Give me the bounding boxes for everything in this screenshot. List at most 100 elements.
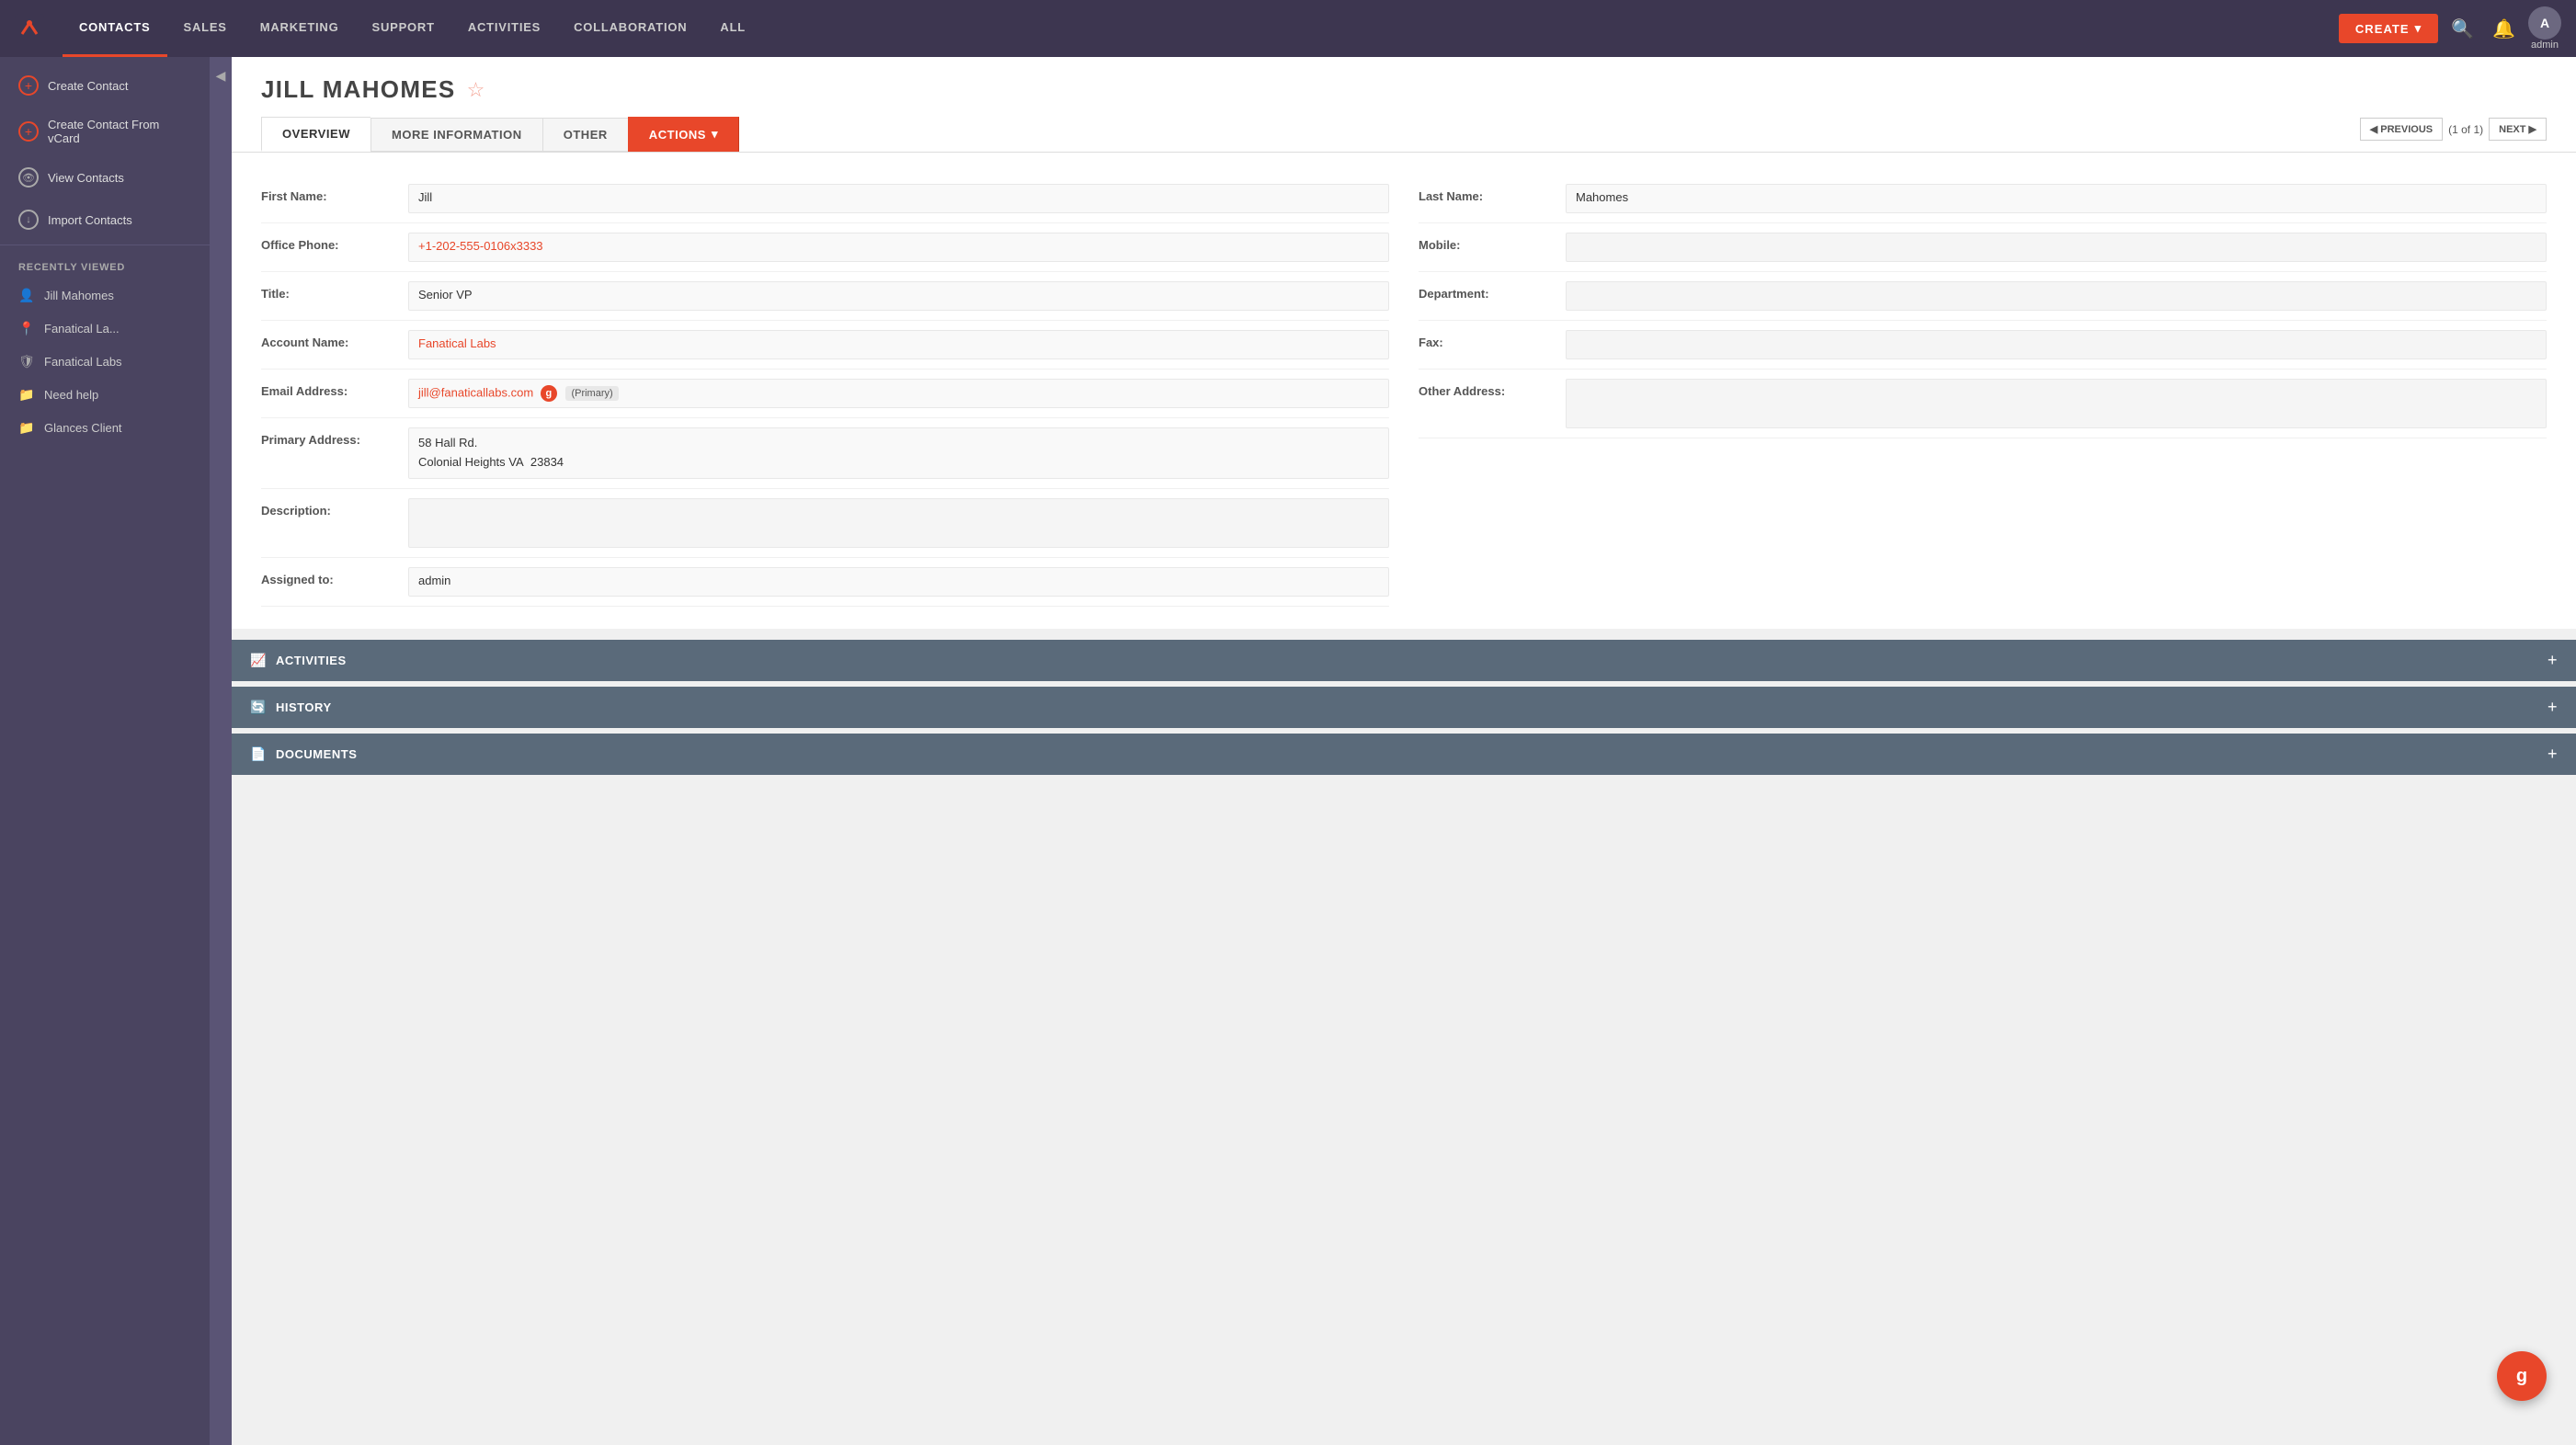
email-label: Email Address: bbox=[261, 379, 408, 398]
nav-item-all[interactable]: ALL bbox=[703, 0, 762, 57]
email-link[interactable]: jill@fanaticallabs.com bbox=[418, 385, 533, 399]
assigned-to-label: Assigned to: bbox=[261, 567, 408, 586]
field-title: Title: Senior VP bbox=[261, 272, 1389, 321]
subpanel-activities[interactable]: 📈 ACTIVITIES + bbox=[232, 640, 2576, 681]
field-assigned-to: Assigned to: admin bbox=[261, 558, 1389, 607]
fax-value bbox=[1566, 330, 2547, 359]
email-value: jill@fanaticallabs.com g (Primary) bbox=[408, 379, 1389, 408]
content-area: JILL MAHOMES ☆ OVERVIEW MORE INFORMATION… bbox=[232, 57, 2576, 1445]
subpanels: 📈 ACTIVITIES + 🔄 HISTORY + 📄 DOCUMENTS + bbox=[232, 640, 2576, 775]
eye-icon: 👁 bbox=[18, 167, 39, 188]
sidebar-item-fanatical-la[interactable]: 📍 Fanatical La... ✏ bbox=[0, 312, 210, 345]
tab-other[interactable]: OTHER bbox=[542, 118, 628, 152]
department-label: Department: bbox=[1419, 281, 1566, 301]
last-name-label: Last Name: bbox=[1419, 184, 1566, 203]
recently-viewed-title: Recently Viewed bbox=[0, 249, 210, 279]
history-icon: 🔄 bbox=[250, 700, 267, 715]
contact-name: JILL MAHOMES bbox=[261, 75, 456, 104]
nav-menu: CONTACTS SALES MARKETING SUPPORT ACTIVIT… bbox=[63, 0, 2339, 57]
subpanel-history[interactable]: 🔄 HISTORY + bbox=[232, 687, 2576, 728]
field-office-phone: Office Phone: +1-202-555-0106x3333 bbox=[261, 223, 1389, 272]
glances-fab-button[interactable]: g bbox=[2497, 1351, 2547, 1401]
sidebar-item-import-contacts[interactable]: ↓ Import Contacts bbox=[0, 199, 210, 241]
tab-actions[interactable]: ACTIONS ▾ bbox=[628, 117, 739, 152]
field-account-name: Account Name: Fanatical Labs bbox=[261, 321, 1389, 370]
nav-logo[interactable] bbox=[15, 14, 44, 43]
field-mobile: Mobile: bbox=[1419, 223, 2547, 272]
account-name-label: Account Name: bbox=[261, 330, 408, 349]
field-primary-address: Primary Address: 58 Hall Rd.Colonial Hei… bbox=[261, 418, 1389, 489]
pin-icon: 📍 bbox=[18, 320, 35, 336]
chevron-left-icon: ◀ bbox=[216, 68, 226, 84]
nav-item-support[interactable]: SUPPORT bbox=[356, 0, 451, 57]
department-value bbox=[1566, 281, 2547, 311]
other-address-value bbox=[1566, 379, 2547, 428]
shield-icon: 🛡 bbox=[18, 353, 35, 370]
nav-item-collaboration[interactable]: COLLABORATION bbox=[557, 0, 703, 57]
field-fax: Fax: bbox=[1419, 321, 2547, 370]
tab-more-information[interactable]: MORE INFORMATION bbox=[370, 118, 542, 152]
nav-item-contacts[interactable]: CONTACTS bbox=[63, 0, 167, 57]
plus-icon: + bbox=[18, 75, 39, 96]
chevron-down-icon: ▾ bbox=[2415, 21, 2422, 36]
email-primary-badge: (Primary) bbox=[565, 386, 618, 401]
title-value: Senior VP bbox=[408, 281, 1389, 311]
contact-form: First Name: Jill Office Phone: +1-202-55… bbox=[232, 153, 2576, 629]
office-phone-value[interactable]: +1-202-555-0106x3333 bbox=[408, 233, 1389, 262]
primary-address-label: Primary Address: bbox=[261, 427, 408, 447]
nav-right-actions: CREATE ▾ 🔍 🔔 A admin bbox=[2339, 6, 2561, 51]
folder-icon: 📁 bbox=[18, 386, 35, 403]
description-label: Description: bbox=[261, 498, 408, 518]
sidebar: + Create Contact + Create Contact From v… bbox=[0, 57, 210, 1445]
pagination: ◀ PREVIOUS (1 of 1) NEXT ▶ bbox=[2360, 118, 2547, 141]
office-phone-label: Office Phone: bbox=[261, 233, 408, 252]
sidebar-item-jill-mahomes[interactable]: 👤 Jill Mahomes ✏ bbox=[0, 279, 210, 312]
subpanel-add-icon[interactable]: + bbox=[2548, 745, 2558, 764]
avatar: A bbox=[2528, 6, 2561, 40]
admin-menu[interactable]: A admin bbox=[2528, 6, 2561, 51]
title-label: Title: bbox=[261, 281, 408, 301]
subpanel-add-icon[interactable]: + bbox=[2548, 698, 2558, 717]
subpanel-add-icon[interactable]: + bbox=[2548, 651, 2558, 670]
field-email: Email Address: jill@fanaticallabs.com g … bbox=[261, 370, 1389, 418]
person-icon: 👤 bbox=[18, 287, 35, 303]
sidebar-item-glances-client[interactable]: 📁 Glances Client ✏ bbox=[0, 411, 210, 444]
create-button[interactable]: CREATE ▾ bbox=[2339, 14, 2438, 43]
sidebar-item-view-contacts[interactable]: 👁 View Contacts bbox=[0, 156, 210, 199]
nav-item-sales[interactable]: SALES bbox=[167, 0, 244, 57]
contact-title-row: JILL MAHOMES ☆ bbox=[261, 75, 2547, 104]
star-icon[interactable]: ☆ bbox=[467, 78, 485, 102]
sidebar-item-need-help[interactable]: 📁 Need help ✏ bbox=[0, 378, 210, 411]
tab-overview[interactable]: OVERVIEW bbox=[261, 117, 370, 152]
plus-circle-icon: + bbox=[18, 121, 39, 142]
main-layout: + Create Contact + Create Contact From v… bbox=[0, 57, 2576, 1445]
sidebar-item-create-contact-vcard[interactable]: + Create Contact From vCard bbox=[0, 107, 210, 156]
nav-item-marketing[interactable]: MARKETING bbox=[244, 0, 356, 57]
field-first-name: First Name: Jill bbox=[261, 175, 1389, 223]
nav-item-activities[interactable]: ACTIVITIES bbox=[451, 0, 557, 57]
g-suite-icon: g bbox=[541, 385, 557, 402]
primary-address-value: 58 Hall Rd.Colonial Heights VA 23834 bbox=[408, 427, 1389, 479]
mobile-value bbox=[1566, 233, 2547, 262]
field-description: Description: bbox=[261, 489, 1389, 558]
admin-label: admin bbox=[2531, 40, 2559, 51]
field-department: Department: bbox=[1419, 272, 2547, 321]
previous-button[interactable]: ◀ PREVIOUS bbox=[2360, 118, 2443, 141]
search-button[interactable]: 🔍 bbox=[2445, 12, 2479, 46]
chevron-down-icon: ▾ bbox=[712, 127, 718, 142]
pagination-count: (1 of 1) bbox=[2448, 123, 2483, 136]
subpanel-documents[interactable]: 📄 DOCUMENTS + bbox=[232, 734, 2576, 775]
notifications-button[interactable]: 🔔 bbox=[2487, 12, 2521, 46]
other-address-label: Other Address: bbox=[1419, 379, 1566, 398]
sidebar-collapse-toggle[interactable]: ◀ bbox=[210, 57, 232, 1445]
sidebar-item-create-contact[interactable]: + Create Contact bbox=[0, 64, 210, 107]
account-name-value[interactable]: Fanatical Labs bbox=[408, 330, 1389, 359]
sidebar-item-fanatical-labs[interactable]: 🛡 Fanatical Labs ✏ bbox=[0, 345, 210, 378]
form-grid: First Name: Jill Office Phone: +1-202-55… bbox=[261, 175, 2547, 607]
next-button[interactable]: NEXT ▶ bbox=[2489, 118, 2547, 141]
download-icon: ↓ bbox=[18, 210, 39, 230]
form-left-column: First Name: Jill Office Phone: +1-202-55… bbox=[261, 175, 1404, 607]
mobile-label: Mobile: bbox=[1419, 233, 1566, 252]
first-name-value: Jill bbox=[408, 184, 1389, 213]
last-name-value: Mahomes bbox=[1566, 184, 2547, 213]
